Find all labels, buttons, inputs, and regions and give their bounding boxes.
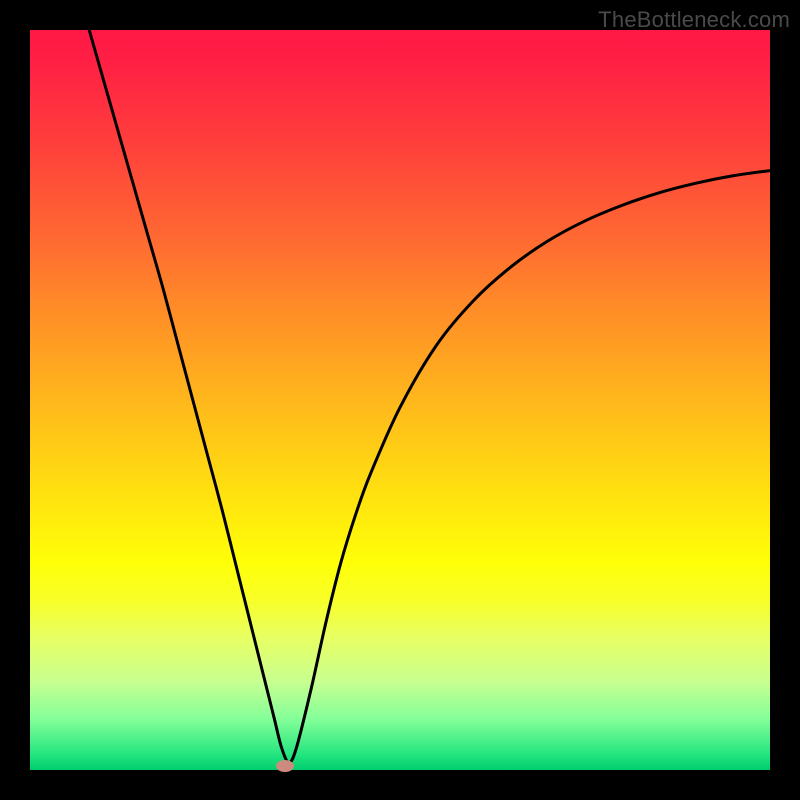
minimum-marker <box>276 760 294 772</box>
bottleneck-curve <box>30 30 770 770</box>
watermark-text: TheBottleneck.com <box>598 7 790 33</box>
chart-frame <box>30 30 770 770</box>
